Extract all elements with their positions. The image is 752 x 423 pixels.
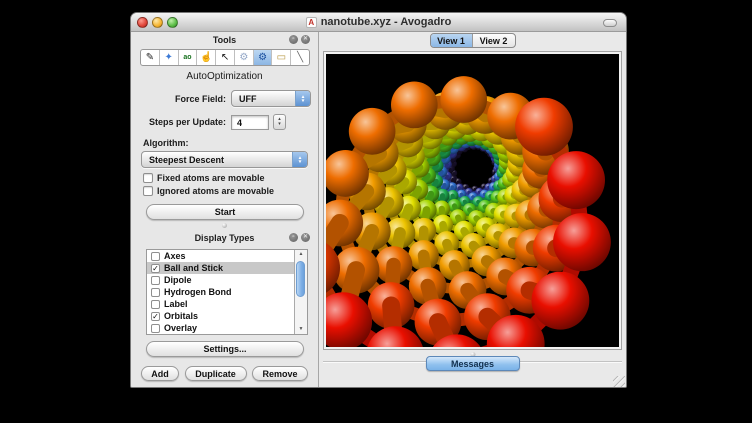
stepper-down-icon[interactable]: ▾ xyxy=(278,122,281,127)
panel-splitter[interactable] xyxy=(131,220,318,230)
start-button[interactable]: Start xyxy=(146,204,304,220)
fixed-atoms-checkbox[interactable] xyxy=(143,173,153,183)
scrollbar-thumb[interactable] xyxy=(296,261,305,297)
fixed-atoms-label: Fixed atoms are movable xyxy=(157,173,265,183)
3d-viewport[interactable] xyxy=(326,54,619,347)
navigate-tool[interactable]: ✦ xyxy=(160,50,179,65)
close-panel-icon[interactable]: ✕ xyxy=(301,233,310,242)
resize-grip-icon[interactable] xyxy=(613,376,625,388)
checkbox[interactable] xyxy=(151,276,160,285)
display-type-row-overlay[interactable]: Overlay xyxy=(147,322,294,334)
display-type-label: Hydrogen Bond xyxy=(164,287,232,297)
align-tool-icon: ╲ xyxy=(297,52,303,63)
ignored-atoms-checkbox[interactable] xyxy=(143,186,153,196)
auto-rotate-tool-icon: ⚙ xyxy=(239,52,248,63)
checkbox[interactable] xyxy=(151,324,160,333)
scrollbar[interactable]: ▲ ▼ xyxy=(294,250,307,334)
float-panel-icon[interactable]: ▫ xyxy=(289,233,298,242)
auto-rotate-tool[interactable]: ⚙ xyxy=(235,50,254,65)
display-type-label: Ball and Stick xyxy=(164,263,223,273)
draw-tool[interactable]: ✎ xyxy=(141,50,160,65)
algorithm-select[interactable]: Steepest Descent ▴▾ xyxy=(141,151,308,168)
auto-optimize-tool[interactable]: ⚙ xyxy=(254,50,273,65)
gl-frame xyxy=(323,51,622,350)
tool-toolbar: ✎ ✦ ao ☝ ↖ ⚙ ⚙ ▭ ╲ xyxy=(140,49,310,66)
display-type-row-axes[interactable]: Axes xyxy=(147,250,294,262)
display-type-label: Axes xyxy=(164,251,186,261)
toolbar-toggle-button[interactable] xyxy=(603,19,617,27)
messages-button[interactable]: Messages xyxy=(426,356,520,371)
force-field-select[interactable]: UFF ▴▾ xyxy=(231,90,311,107)
display-type-row-ball-and-stick[interactable]: ✓ Ball and Stick xyxy=(147,262,294,274)
view-pane: View 1 View 2 Messages xyxy=(319,32,626,388)
display-type-row-label[interactable]: Label xyxy=(147,298,294,310)
display-type-label: Dipole xyxy=(164,275,192,285)
view-tabs: View 1 View 2 xyxy=(430,33,516,48)
display-type-row-hydrogen-bond[interactable]: Hydrogen Bond xyxy=(147,286,294,298)
tools-panel-title: Tools xyxy=(213,35,236,45)
popup-arrows-icon: ▴▾ xyxy=(295,91,310,106)
left-dock: Tools ▫ ✕ ✎ ✦ ao ☝ ↖ ⚙ ⚙ ▭ ╲ AutoOptimization Fo… xyxy=(131,32,319,388)
add-button[interactable]: Add xyxy=(141,366,179,381)
manipulate-tool-icon: ☝ xyxy=(200,52,212,63)
float-panel-icon[interactable]: ▫ xyxy=(289,35,298,44)
tools-panel-header: Tools ▫ ✕ xyxy=(131,32,318,47)
display-type-row-dipole[interactable]: Dipole xyxy=(147,274,294,286)
scroll-down-icon[interactable]: ▼ xyxy=(295,325,307,334)
align-tool[interactable]: ╲ xyxy=(291,50,309,65)
popup-arrows-icon: ▴▾ xyxy=(292,152,307,167)
measure-tool[interactable]: ▭ xyxy=(272,50,291,65)
bond-centric-tool[interactable]: ao xyxy=(179,50,198,65)
display-type-label: Orbitals xyxy=(164,311,198,321)
tab-view-2[interactable]: View 2 xyxy=(473,34,515,47)
ignored-atoms-label: Ignored atoms are movable xyxy=(157,186,274,196)
checkbox[interactable]: ✓ xyxy=(151,264,160,273)
display-type-label: Overlay xyxy=(164,323,197,333)
steps-per-update-input[interactable]: 4 xyxy=(231,115,269,130)
selection-tool[interactable]: ↖ xyxy=(216,50,235,65)
remove-button[interactable]: Remove xyxy=(252,366,308,381)
steps-stepper[interactable]: ▴ ▾ xyxy=(273,114,286,130)
checkbox[interactable] xyxy=(151,288,160,297)
close-panel-icon[interactable]: ✕ xyxy=(301,35,310,44)
autoopt-title: AutoOptimization xyxy=(131,71,318,82)
auto-optimize-tool-icon: ⚙ xyxy=(258,52,267,63)
avogadro-window: A nanotube.xyz - Avogadro Tools ▫ ✕ ✎ ✦ ao… xyxy=(130,12,627,388)
draw-tool-icon: ✎ xyxy=(146,52,154,63)
checkbox[interactable]: ✓ xyxy=(151,312,160,321)
steps-per-update-label: Steps per Update: xyxy=(131,117,226,127)
algorithm-label: Algorithm: xyxy=(143,138,318,148)
bond-centric-tool-icon: ao xyxy=(183,54,191,61)
checkbox[interactable] xyxy=(151,252,160,261)
window-title: nanotube.xyz - Avogadro xyxy=(321,16,452,28)
manipulate-tool[interactable]: ☝ xyxy=(197,50,216,65)
tab-view-1[interactable]: View 1 xyxy=(431,34,473,47)
display-types-panel-header: Display Types ▫ ✕ xyxy=(131,230,318,245)
display-type-row-orbitals[interactable]: ✓ Orbitals xyxy=(147,310,294,322)
measure-tool-icon: ▭ xyxy=(277,52,286,63)
duplicate-button[interactable]: Duplicate xyxy=(185,366,247,381)
display-types-list: Axes ✓ Ball and Stick Dipole Hydrogen Bond La… xyxy=(146,249,308,335)
splitter-handle-icon xyxy=(222,223,227,228)
titlebar[interactable]: A nanotube.xyz - Avogadro xyxy=(131,13,626,32)
display-types-title: Display Types xyxy=(195,233,255,243)
checkbox[interactable] xyxy=(151,300,160,309)
bottom-bar: Messages xyxy=(319,350,626,388)
document-icon: A xyxy=(306,17,317,28)
navigate-tool-icon: ✦ xyxy=(164,52,172,63)
settings-button[interactable]: Settings... xyxy=(146,341,304,357)
force-field-label: Force Field: xyxy=(131,94,226,104)
selection-tool-icon: ↖ xyxy=(221,52,229,63)
display-type-label: Label xyxy=(164,299,188,309)
scroll-up-icon[interactable]: ▲ xyxy=(295,250,307,259)
